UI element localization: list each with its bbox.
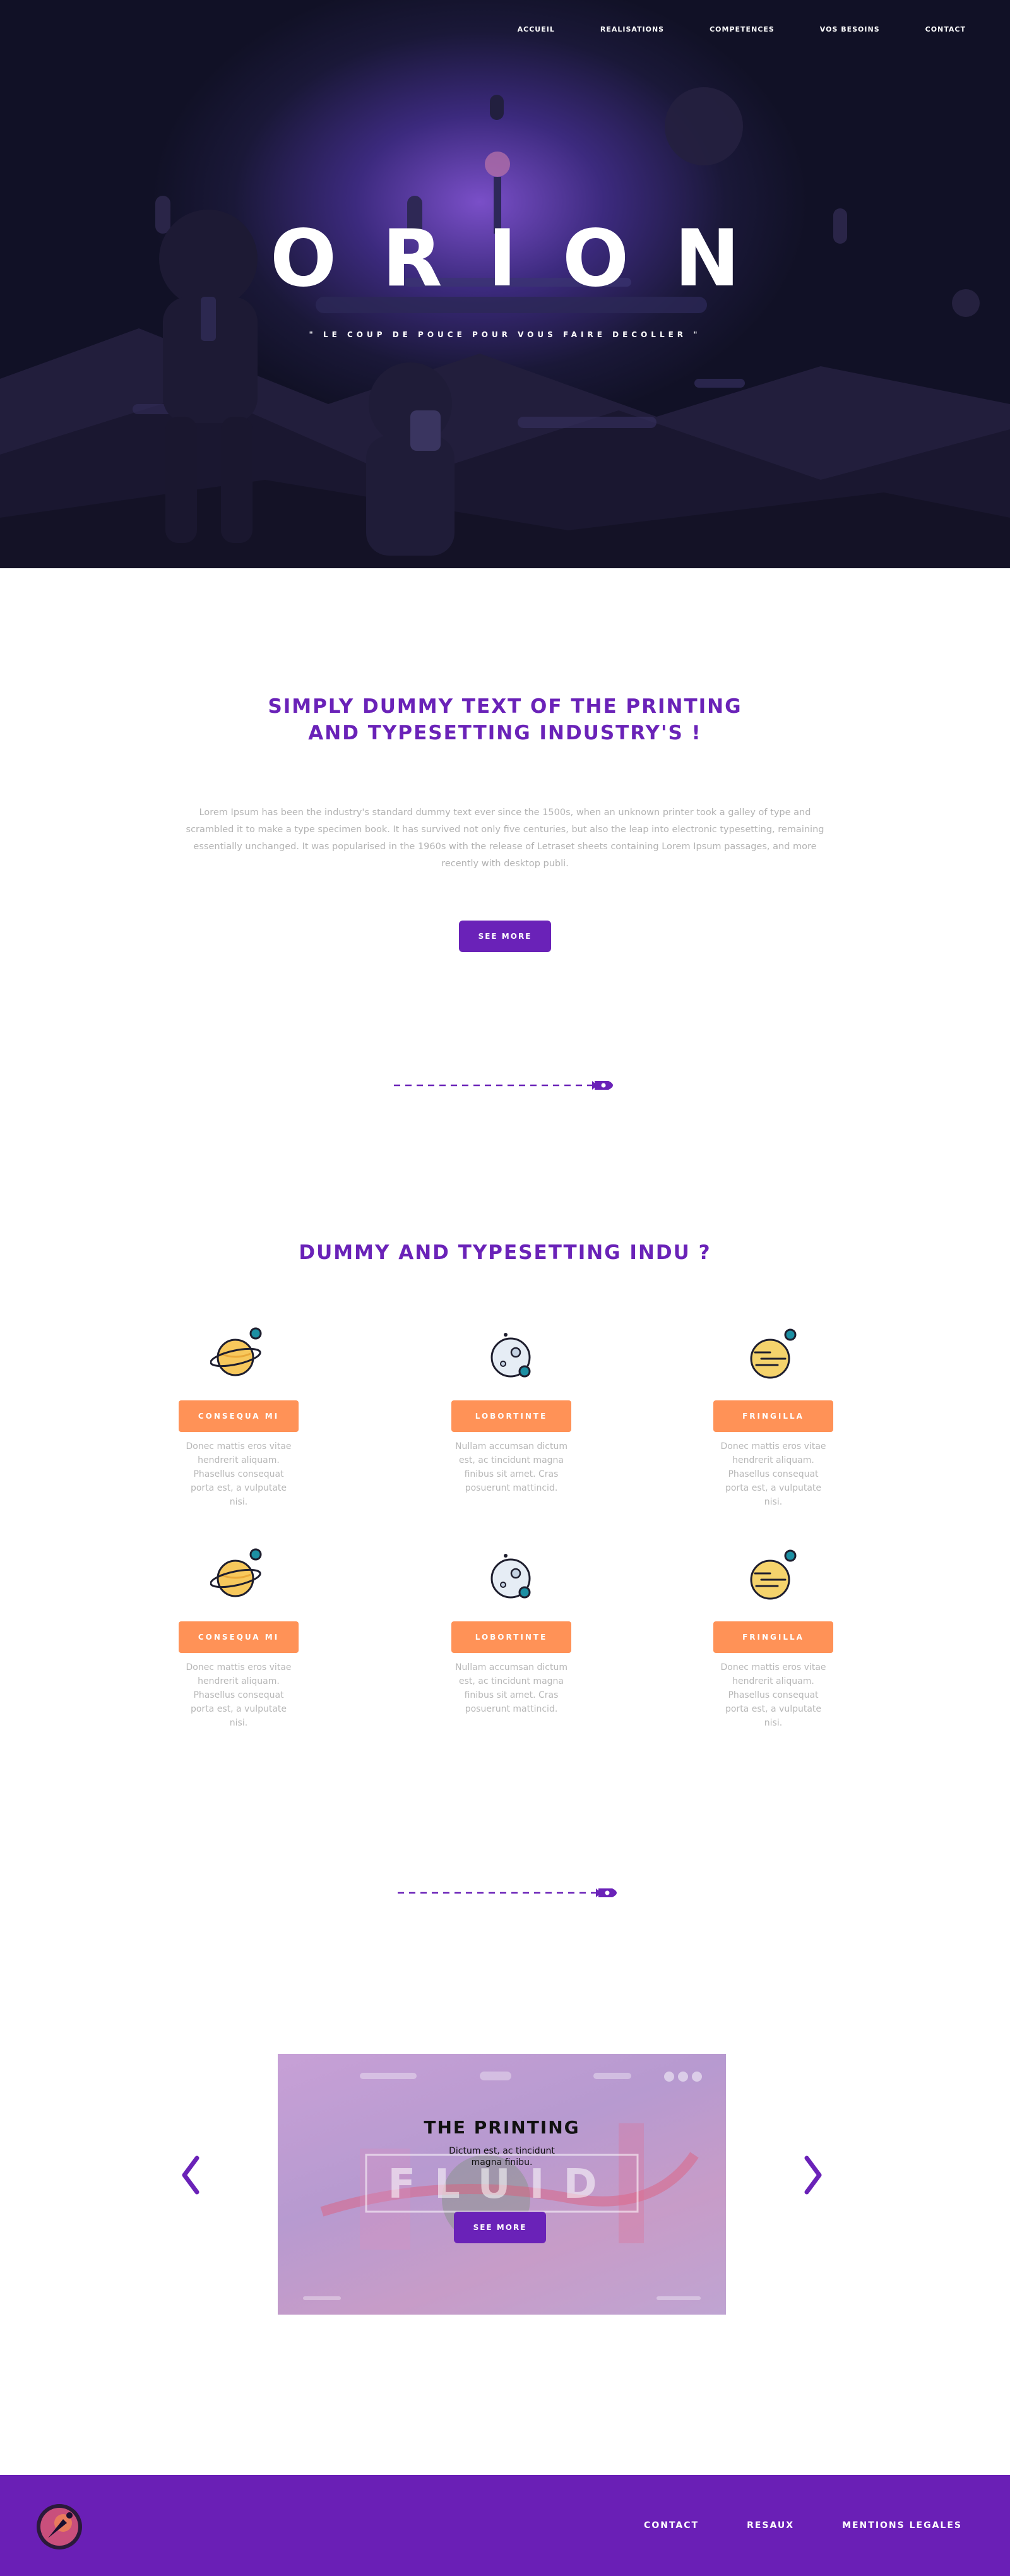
- intro-title-line1: SIMPLY DUMMY TEXT OF THE PRINTING: [268, 695, 742, 718]
- service-badge[interactable]: LOBORTINTE: [451, 1621, 571, 1653]
- nav-item-competences[interactable]: COMPETENCES: [710, 25, 775, 33]
- slide-caption: THE PRINTING Dictum est, ac tincidunt ma…: [278, 2117, 726, 2168]
- orion-logo-icon[interactable]: [34, 2501, 85, 2552]
- hero-section: ACCUEIL REALISATIONS COMPETENCES VOS BES…: [0, 0, 1010, 568]
- nav-item-realisations[interactable]: REALISATIONS: [600, 25, 664, 33]
- service-card: LOBORTINTE Nullam accumsan dictum est, a…: [451, 1326, 571, 1495]
- service-description: Donec mattis eros vitae hendrerit aliqua…: [186, 1662, 292, 1728]
- footer-link-contact[interactable]: CONTACT: [644, 2520, 699, 2531]
- rocket-icon: [592, 1081, 613, 1090]
- service-badge[interactable]: CONSEQUA MI: [179, 1400, 299, 1432]
- footer-link-mentions-legales[interactable]: MENTIONS LEGALES: [842, 2520, 962, 2531]
- intro-paragraph: Lorem Ipsum has been the industry's stan…: [186, 808, 824, 869]
- nav-item-contact[interactable]: CONTACT: [925, 25, 966, 33]
- slide-see-more-button[interactable]: SEE MORE: [454, 2212, 546, 2243]
- portfolio-slider: FLUID THE PRINTING Dictum est, ac tincid…: [278, 2054, 726, 2315]
- services-title: DUMMY AND TYPESETTING INDU ?: [299, 1241, 711, 1264]
- nav-item-vos-besoins[interactable]: VOS BESOINS: [820, 25, 880, 33]
- service-card: CONSEQUA MI Donec mattis eros vitae hend…: [179, 1326, 299, 1509]
- service-card: CONSEQUA MI Donec mattis eros vitae hend…: [179, 1547, 299, 1730]
- moon-planet-icon: [490, 1333, 531, 1378]
- chevron-right-icon[interactable]: [800, 2153, 826, 2197]
- hero-subtitle: " LE COUP DE POUCE POUR VOUS FAIRE DECOL…: [309, 330, 701, 339]
- nav-item-accueil[interactable]: ACCUEIL: [518, 25, 555, 33]
- moon-planet-icon: [490, 1554, 531, 1599]
- service-card: FRINGILLA Donec mattis eros vitae hendre…: [713, 1326, 833, 1509]
- service-badge[interactable]: CONSEQUA MI: [179, 1621, 299, 1653]
- service-description: Donec mattis eros vitae hendrerit aliqua…: [720, 1441, 826, 1507]
- slide-text: Dictum est, ac tincidunt magna finibu.: [449, 2146, 555, 2168]
- service-card: FRINGILLA Donec mattis eros vitae hendre…: [713, 1547, 833, 1730]
- service-description: Donec mattis eros vitae hendrerit aliqua…: [186, 1441, 292, 1507]
- striped-planet-icon: [750, 1328, 797, 1379]
- service-badge[interactable]: FRINGILLA: [713, 1400, 833, 1432]
- footer-links: CONTACT RESAUX MENTIONS LEGALES: [596, 2520, 962, 2531]
- service-description: Nullam accumsan dictum est, ac tincidunt…: [455, 1662, 567, 1714]
- intro-title-line2: AND TYPESETTING INDUSTRY'S !: [308, 722, 702, 744]
- top-navigation: ACCUEIL REALISATIONS COMPETENCES VOS BES…: [472, 25, 966, 33]
- chevron-left-icon[interactable]: [178, 2153, 203, 2197]
- footer-link-resaux[interactable]: RESAUX: [747, 2520, 794, 2531]
- rocket-icon: [596, 1888, 617, 1897]
- service-card: LOBORTINTE Nullam accumsan dictum est, a…: [451, 1547, 571, 1716]
- striped-planet-icon: [750, 1549, 797, 1600]
- ringed-planet-icon: [210, 1548, 262, 1597]
- hero-title: ORION: [270, 213, 786, 304]
- rocket-divider: [394, 1081, 613, 1090]
- service-description: Donec mattis eros vitae hendrerit aliqua…: [720, 1662, 826, 1728]
- intro-title: SIMPLY DUMMY TEXT OF THE PRINTING AND TY…: [221, 693, 789, 746]
- service-badge[interactable]: LOBORTINTE: [451, 1400, 571, 1432]
- see-more-button[interactable]: SEE MORE: [459, 921, 551, 952]
- footer: CONTACT RESAUX MENTIONS LEGALES: [0, 2475, 1010, 2576]
- service-description: Nullam accumsan dictum est, ac tincidunt…: [455, 1441, 567, 1493]
- slide-background-word: FLUID: [388, 2161, 616, 2208]
- service-badge[interactable]: FRINGILLA: [713, 1621, 833, 1653]
- slide-title: THE PRINTING: [424, 2117, 580, 2138]
- ringed-planet-icon: [210, 1327, 262, 1376]
- rocket-divider: [398, 1888, 617, 1897]
